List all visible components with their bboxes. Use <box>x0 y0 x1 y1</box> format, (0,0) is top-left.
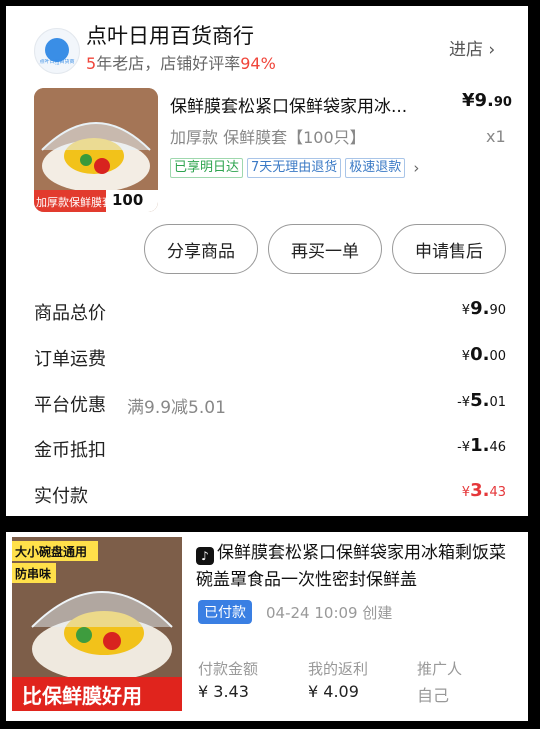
promo-title[interactable]: ♪ 保鲜膜套松紧口保鲜袋家用冰箱剩饭菜碗盖罩食品一次性密封保鲜盖 <box>196 540 521 594</box>
promo-image-bottom-label: 比保鲜膜好用 <box>22 684 142 708</box>
product-title[interactable]: 保鲜膜套松紧口保鲜袋家用冰... <box>170 92 440 117</box>
product-image-count: 100只 <box>112 191 144 212</box>
shipping-currency: ¥ <box>461 349 471 364</box>
shop-subtitle: 5年老店，店铺好评率94% <box>86 50 276 74</box>
coins-currency: -¥ <box>457 440 471 455</box>
enter-shop-label: 进店 <box>449 40 483 60</box>
stat-value-promoter: 自己 <box>417 686 450 705</box>
product-price-dec: 90 <box>493 95 512 110</box>
shop-logo-caption: 点叶日用百货商行 <box>39 59 75 65</box>
product-image-caption: 加厚款保鲜膜套 <box>36 196 113 209</box>
paid-label: 实付款 <box>34 486 88 507</box>
promo-product-image[interactable]: 大小碗盘通用 防串味 比保鲜膜好用 <box>12 537 182 711</box>
total-int: 9. <box>470 298 490 319</box>
tag-next-day: 已享明日达 <box>170 158 244 178</box>
shipping-dec: 00 <box>489 349 506 364</box>
total-currency: ¥ <box>461 303 471 318</box>
coins-dec: 46 <box>489 440 506 455</box>
shipping-value: ¥0.00 <box>462 344 506 365</box>
product-quantity: x1 <box>486 127 506 146</box>
stat-label-promoter: 推广人 <box>417 660 463 678</box>
paid-value: ¥3.43 <box>462 480 506 501</box>
tag-fast-refund: 极速退款 <box>345 158 406 178</box>
discount-value: -¥5.01 <box>457 390 506 411</box>
discount-dec: 01 <box>489 395 506 410</box>
enter-shop-button[interactable]: 进店 › <box>449 35 495 60</box>
discount-description: 满9.9减5.01 <box>127 398 226 418</box>
douyin-logo-icon: ♪ <box>196 547 214 565</box>
chevron-right-icon: › <box>413 159 420 177</box>
product-price-int: ¥9. <box>462 90 494 111</box>
discount-label: 平台优惠 <box>34 395 106 416</box>
shipping-label: 订单运费 <box>34 349 106 370</box>
product-image[interactable]: 加厚款保鲜膜套 100只 <box>34 88 158 212</box>
promo-image-mid-label: 防串味 <box>15 567 52 581</box>
paid-currency: ¥ <box>461 485 471 500</box>
paid-int: 3. <box>470 480 490 501</box>
share-product-button[interactable]: 分享商品 <box>144 224 258 274</box>
coins-int: 1. <box>470 435 490 456</box>
total-label: 商品总价 <box>34 303 106 324</box>
created-time: 04-24 10:09 创建 <box>266 604 393 622</box>
product-variant: 加厚款 保鲜膜套【100只】 <box>170 128 366 147</box>
order-card: 点叶日用百货商行 点叶日用百货商行 5年老店，店铺好评率94% 进店 › 加厚款… <box>6 6 528 516</box>
shop-name[interactable]: 点叶日用百货商行 <box>86 20 254 50</box>
discount-int: 5. <box>470 390 490 411</box>
service-tags[interactable]: 已享明日达 7天无理由退货 极速退款 › <box>170 158 419 178</box>
stat-label-rebate: 我的返利 <box>308 660 369 678</box>
total-value: ¥9.90 <box>462 298 506 319</box>
stat-value-rebate: ¥ 4.09 <box>308 682 359 701</box>
after-sales-button[interactable]: 申请售后 <box>392 224 506 274</box>
promo-image-top-label: 大小碗盘通用 <box>15 545 88 559</box>
stat-label-payment: 付款金额 <box>198 660 259 678</box>
buy-again-button[interactable]: 再买一单 <box>268 224 382 274</box>
shop-rating: 94% <box>240 54 276 73</box>
shop-subtitle-text: 年老店，店铺好评率 <box>96 54 241 73</box>
discount-currency: -¥ <box>457 395 471 410</box>
shop-years: 5 <box>86 54 97 73</box>
total-dec: 90 <box>489 303 506 318</box>
coins-value: -¥1.46 <box>457 435 506 456</box>
shipping-int: 0. <box>470 344 490 365</box>
coins-label: 金币抵扣 <box>34 440 106 461</box>
promotion-card[interactable]: 大小碗盘通用 防串味 比保鲜膜好用 ♪ 保鲜膜套松紧口保鲜袋家用冰箱剩饭菜碗盖罩食… <box>6 532 528 721</box>
product-price: ¥9.90 <box>462 90 512 111</box>
tag-7day-return: 7天无理由退货 <box>247 158 342 178</box>
shop-logo[interactable]: 点叶日用百货商行 <box>34 28 80 74</box>
chevron-right-icon: › <box>483 40 496 60</box>
paid-dec: 43 <box>489 485 506 500</box>
promo-title-text: 保鲜膜套松紧口保鲜袋家用冰箱剩饭菜碗盖罩食品一次性密封保鲜盖 <box>196 543 506 590</box>
stat-value-payment: ¥ 3.43 <box>198 682 249 701</box>
paid-status-badge: 已付款 <box>198 600 252 624</box>
